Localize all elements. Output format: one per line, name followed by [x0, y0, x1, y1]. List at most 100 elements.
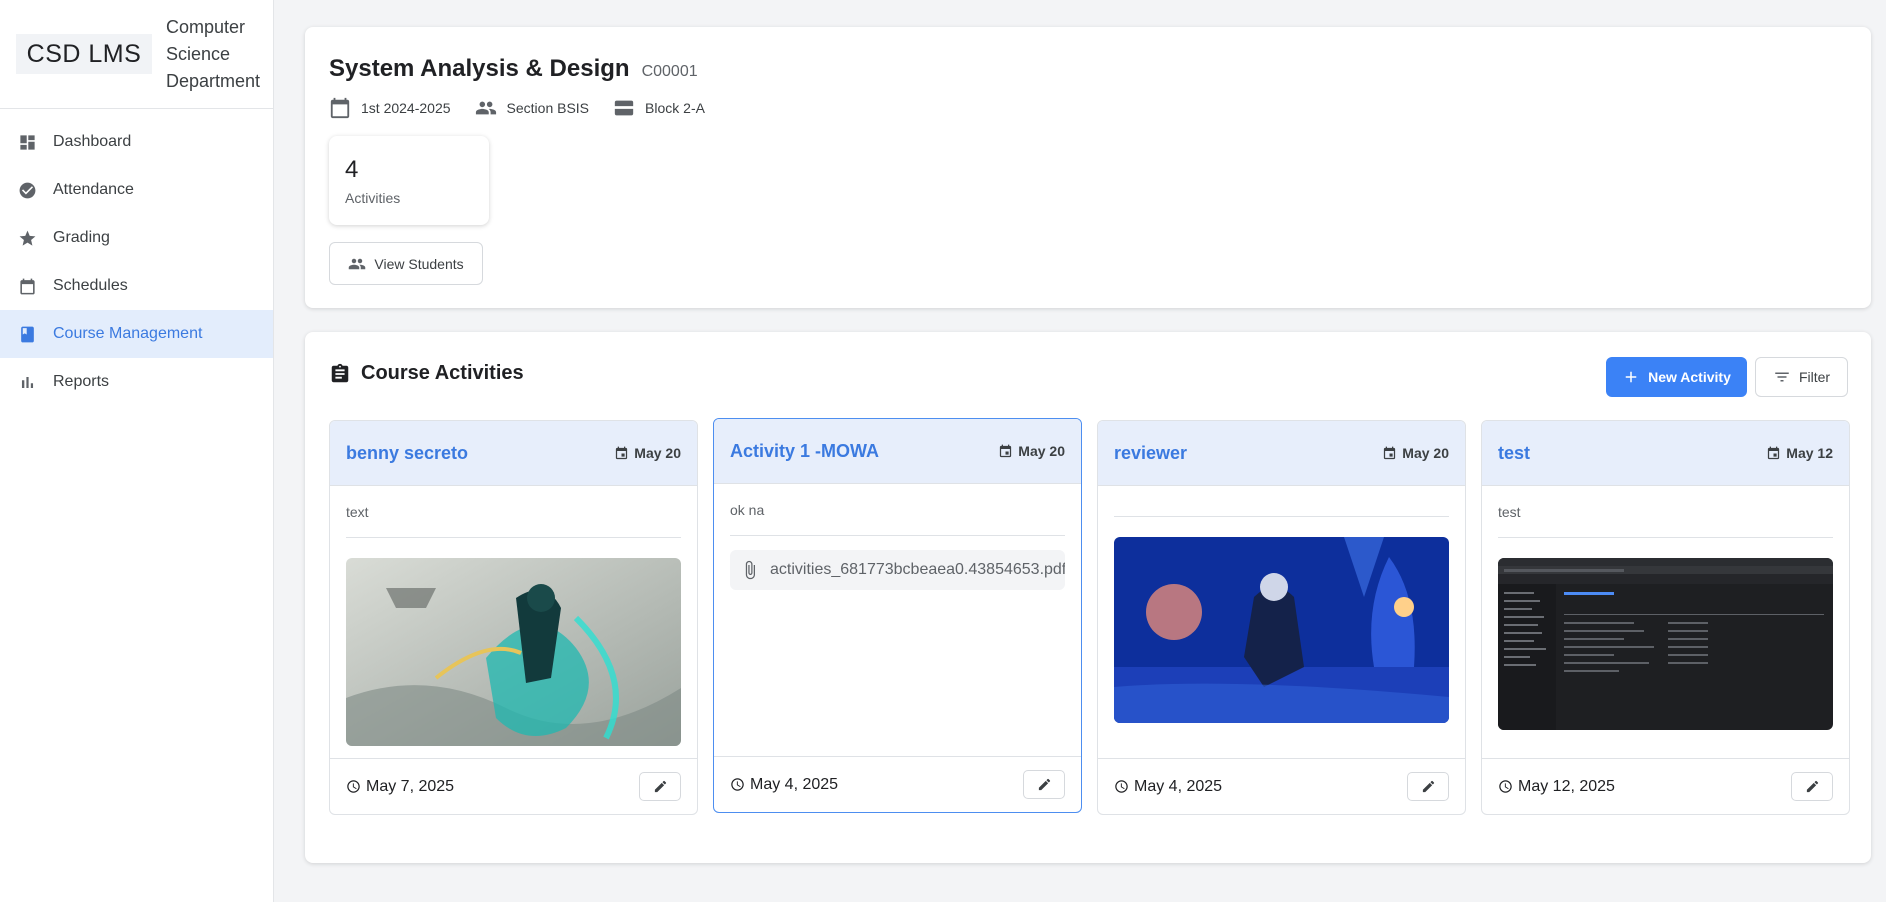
edit-activity-button[interactable] — [1791, 772, 1833, 801]
activity-header: reviewer May 20 — [1098, 421, 1465, 486]
activity-description: test — [1498, 486, 1833, 538]
book-icon — [18, 325, 37, 344]
filter-button[interactable]: Filter — [1755, 357, 1848, 397]
activity-created-date: May 4, 2025 — [730, 776, 838, 794]
attachment-link[interactable]: activities_681773bcbeaea0.43854653.pdf — [730, 550, 1065, 590]
activity-created-text: May 4, 2025 — [750, 775, 839, 793]
storage-icon — [614, 100, 634, 116]
activity-footer: May 7, 2025 — [330, 758, 697, 814]
sidebar-nav: Dashboard Attendance Grading Schedules C… — [0, 109, 273, 406]
activity-title[interactable]: test — [1498, 443, 1530, 464]
activity-due-text: May 20 — [1402, 445, 1449, 461]
activity-description — [1114, 486, 1449, 517]
clock-icon — [1499, 780, 1512, 793]
calendar-icon — [18, 277, 37, 296]
activity-card[interactable]: reviewer May 20 May 4, 2025 — [1097, 420, 1466, 815]
dashboard-icon — [18, 133, 37, 152]
course-block-text: Block 2-A — [645, 100, 705, 116]
course-section-text: Section BSIS — [506, 100, 590, 116]
activity-header: test May 12 — [1482, 421, 1849, 486]
activity-title[interactable]: reviewer — [1114, 443, 1187, 464]
section-title: Course Activities — [329, 362, 524, 385]
event-icon — [616, 446, 628, 459]
bar-chart-icon — [18, 373, 37, 392]
check-circle-icon — [18, 181, 37, 200]
event-icon — [1000, 444, 1012, 457]
sidebar-item-dashboard[interactable]: Dashboard — [0, 118, 273, 166]
course-info-card: System Analysis & Design C00001 1st 2024… — [305, 27, 1871, 308]
clipboard-icon — [331, 363, 349, 382]
pencil-icon — [1038, 778, 1050, 791]
paperclip-icon — [745, 560, 755, 580]
attachment-filename: activities_681773bcbeaea0.43854653.pdf — [770, 561, 1065, 578]
event-icon — [1768, 446, 1780, 459]
activity-image[interactable] — [1498, 558, 1833, 730]
section-title-text: Course Activities — [361, 362, 524, 384]
activity-created-text: May 12, 2025 — [1518, 777, 1615, 795]
view-students-label: View Students — [374, 255, 464, 272]
sidebar-item-label: Grading — [53, 229, 110, 246]
new-activity-label: New Activity — [1648, 369, 1731, 385]
brand-subtitle-line: Science — [166, 43, 231, 64]
activity-due-date: May 20 — [614, 445, 681, 461]
clock-icon — [731, 778, 744, 791]
brand-logo[interactable]: CSD LMS — [16, 34, 152, 74]
activity-created-date: May 12, 2025 — [1498, 778, 1615, 796]
course-term: 1st 2024-2025 — [329, 97, 451, 119]
activity-header: benny secreto May 20 — [330, 421, 697, 486]
activity-footer: May 4, 2025 — [1098, 758, 1465, 814]
sidebar-item-label: Attendance — [53, 181, 134, 198]
edit-activity-button[interactable] — [639, 772, 681, 801]
activity-card[interactable]: Activity 1 -MOWA May 20 ok na activities… — [713, 418, 1082, 813]
clock-icon — [1115, 780, 1128, 793]
course-activities-card: Course Activities New Activity Filter be… — [305, 332, 1871, 863]
pencil-icon — [654, 780, 666, 793]
filter-icon — [1775, 372, 1789, 382]
sidebar-item-course-management[interactable]: Course Management — [0, 310, 273, 358]
course-section: Section BSIS — [475, 97, 590, 119]
people-icon — [475, 101, 496, 115]
sidebar-item-schedules[interactable]: Schedules — [0, 262, 273, 310]
activity-footer: May 4, 2025 — [714, 756, 1081, 812]
activity-title[interactable]: Activity 1 -MOWA — [730, 441, 879, 462]
course-term-text: 1st 2024-2025 — [361, 100, 451, 116]
activity-due-text: May 20 — [634, 445, 681, 461]
filter-label: Filter — [1798, 369, 1831, 385]
activity-due-date: May 12 — [1766, 445, 1833, 461]
activity-created-date: May 7, 2025 — [346, 778, 454, 796]
activity-card[interactable]: test May 12 test May 12, 2025 — [1481, 420, 1850, 815]
sidebar-item-grading[interactable]: Grading — [0, 214, 273, 262]
pencil-icon — [1806, 780, 1818, 793]
activity-card[interactable]: benny secreto May 20 text May 7, 2025 — [329, 420, 698, 815]
edit-activity-button[interactable] — [1023, 770, 1065, 799]
clock-icon — [347, 780, 360, 793]
activities-count-label: Activities — [345, 190, 401, 206]
new-activity-button[interactable]: New Activity — [1606, 357, 1747, 397]
brand-subtitle: Computer Science Department — [166, 14, 260, 95]
course-meta: 1st 2024-2025 Section BSIS Block 2-A — [329, 97, 729, 119]
edit-activity-button[interactable] — [1407, 772, 1449, 801]
sidebar-item-attendance[interactable]: Attendance — [0, 166, 273, 214]
view-students-button[interactable]: View Students — [329, 242, 483, 285]
sidebar-item-reports[interactable]: Reports — [0, 358, 273, 406]
pencil-icon — [1422, 780, 1434, 793]
activity-image[interactable] — [1114, 537, 1449, 723]
activity-footer: May 12, 2025 — [1482, 758, 1849, 814]
brand: CSD LMS Computer Science Department — [0, 0, 273, 109]
activity-due-text: May 20 — [1018, 443, 1065, 459]
brand-subtitle-line: Department — [166, 70, 261, 91]
star-icon — [18, 229, 37, 248]
course-title: System Analysis & Design — [329, 55, 630, 82]
people-icon — [349, 258, 366, 269]
activity-due-date: May 20 — [1382, 445, 1449, 461]
brand-subtitle-line: Computer — [166, 16, 246, 37]
sidebar-item-label: Reports — [53, 373, 110, 390]
plus-icon — [1625, 371, 1637, 383]
activity-description: ok na — [730, 484, 1065, 536]
activity-image[interactable] — [346, 558, 681, 746]
course-title-row: System Analysis & Design C00001 — [329, 55, 698, 83]
course-block: Block 2-A — [613, 97, 705, 119]
activity-description: text — [346, 486, 681, 538]
activity-title[interactable]: benny secreto — [346, 443, 468, 464]
activity-created-date: May 4, 2025 — [1114, 778, 1222, 796]
